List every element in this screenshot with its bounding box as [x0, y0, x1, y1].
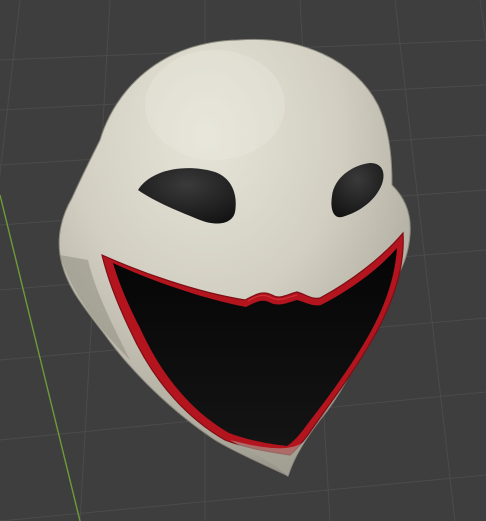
viewport-canvas[interactable]	[0, 0, 486, 521]
mask-highlight	[145, 50, 285, 160]
3d-viewport[interactable]	[0, 0, 486, 521]
